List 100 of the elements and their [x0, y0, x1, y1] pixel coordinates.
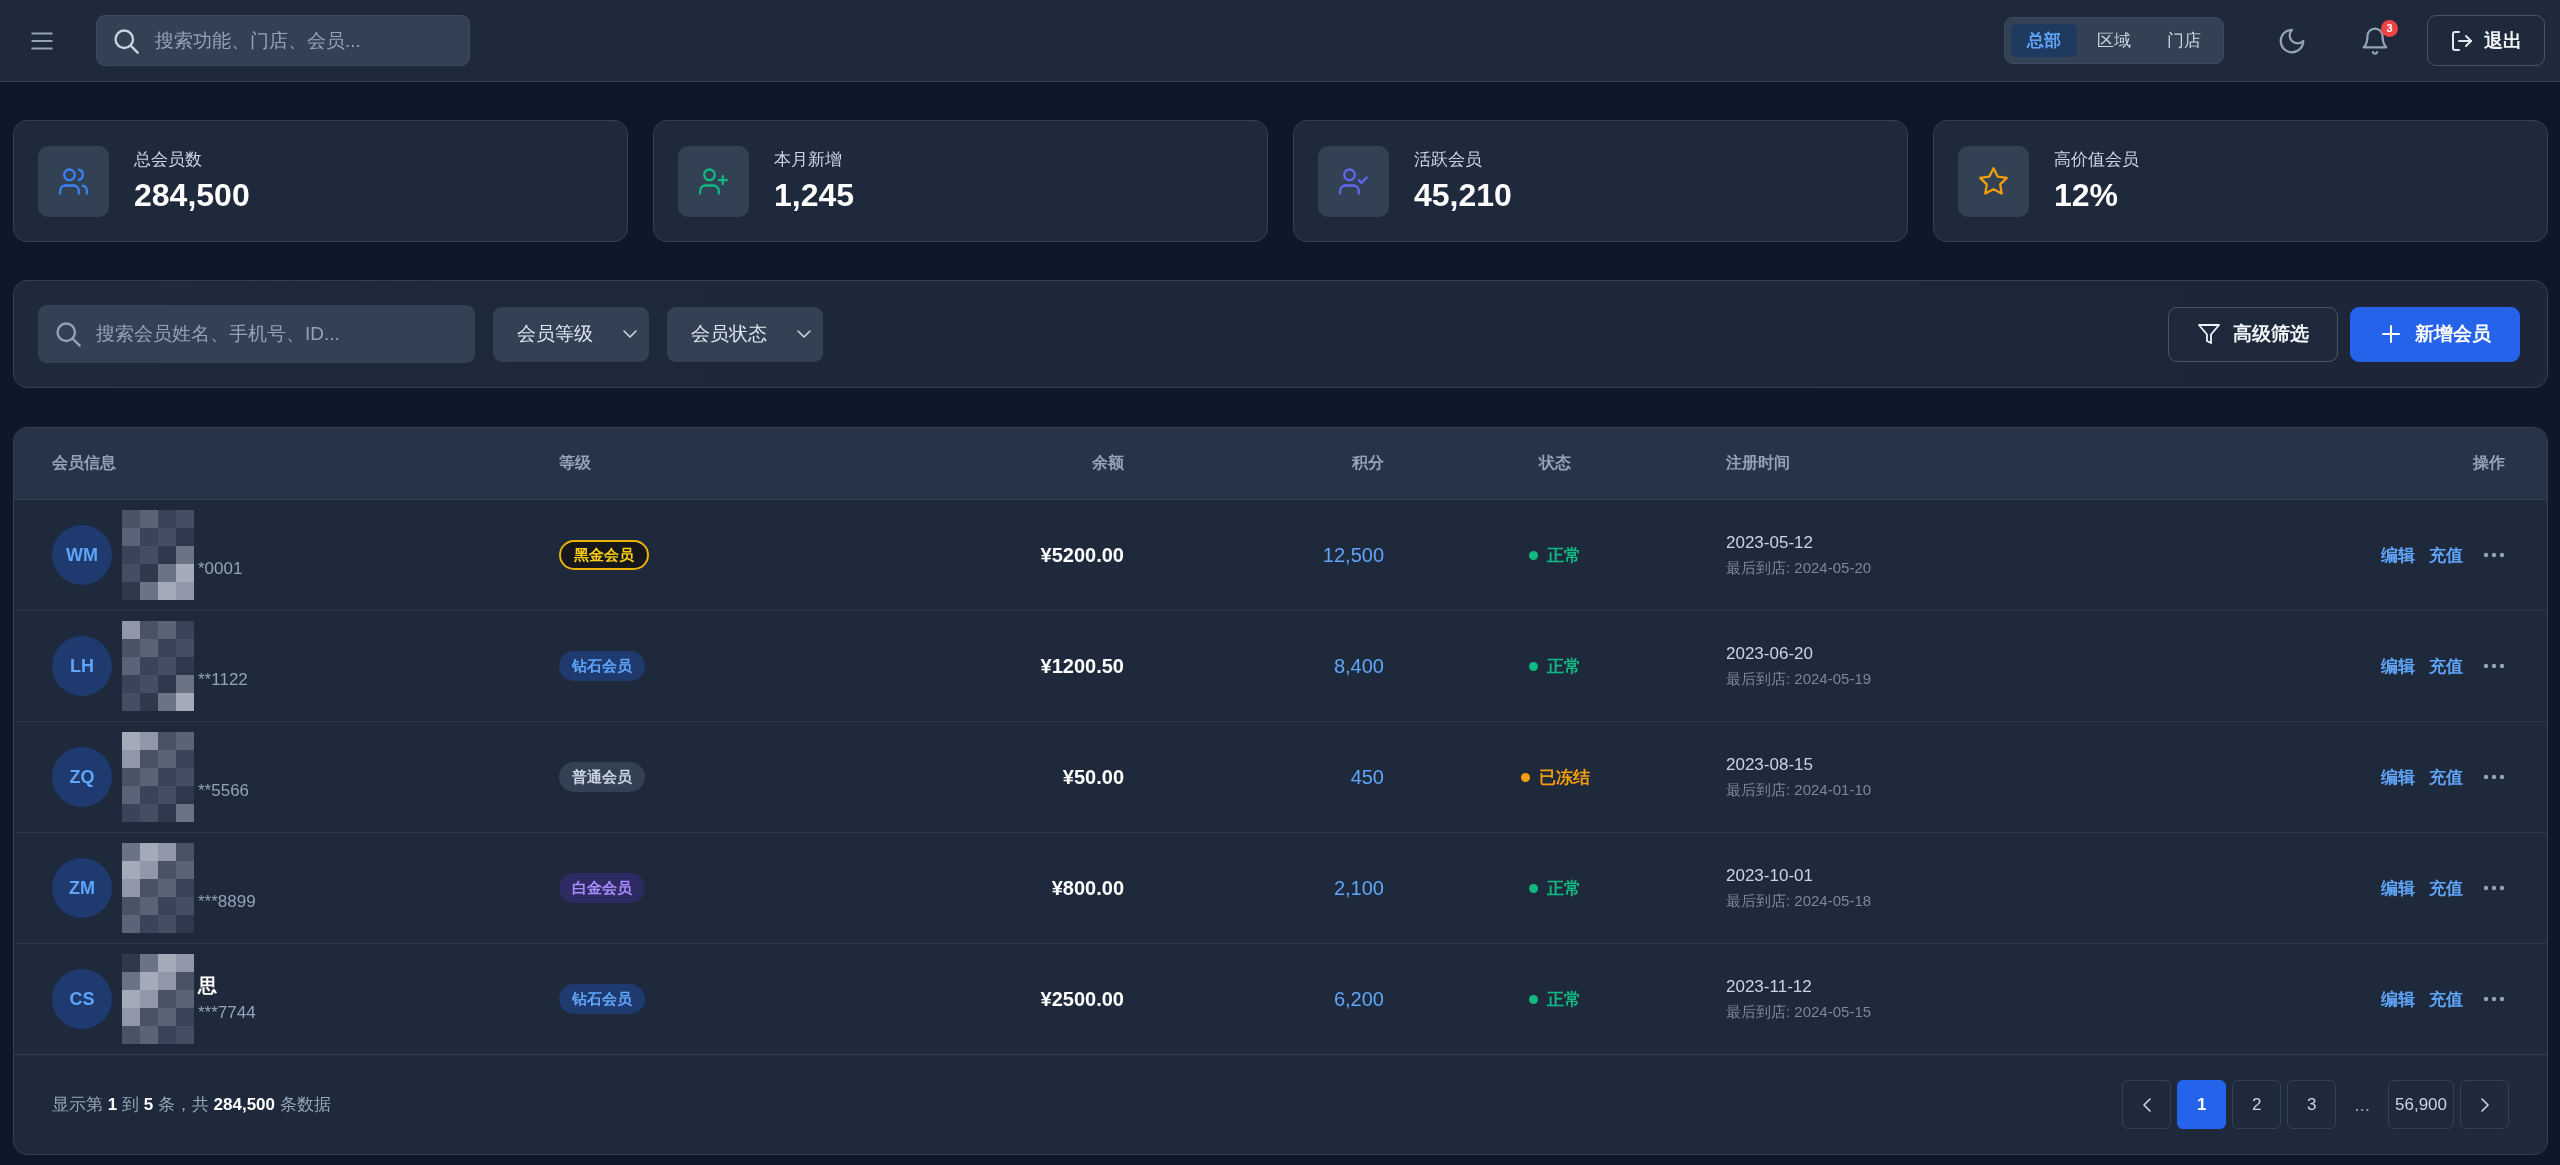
avatar: LH	[52, 636, 112, 696]
points-value: 8,400	[1333, 654, 1384, 678]
last-visit-date: 最后到店: 2024-05-18	[1726, 891, 1872, 911]
filter-dropdown[interactable]: 会员等级	[493, 306, 649, 362]
column-header: 会员信息	[52, 453, 116, 473]
logout-button[interactable]: 退出	[2427, 15, 2545, 66]
member-phone: **1122	[198, 670, 248, 690]
member-search-field[interactable]: 搜索会员姓名、手机号、ID...	[38, 305, 475, 363]
stat-value: 284,500	[134, 177, 250, 214]
status-text: 正常	[1547, 988, 1581, 1011]
edit-link[interactable]: 编辑	[2381, 543, 2415, 567]
member-name: 思	[198, 975, 218, 997]
pagination-summary: 显示第 1 到 5 条，共 284,500 条数据	[52, 1094, 331, 1116]
recharge-link[interactable]: 充值	[2429, 987, 2463, 1011]
more-icon[interactable]	[2483, 774, 2505, 780]
recharge-link[interactable]: 充值	[2429, 654, 2463, 678]
avatar: ZM	[52, 858, 112, 918]
stat-label: 高价值会员	[2054, 149, 2139, 171]
edit-link[interactable]: 编辑	[2381, 654, 2415, 678]
member-phone: *0001	[198, 559, 243, 579]
balance-amount: ¥5200.00	[1040, 543, 1124, 567]
points-value: 450	[1350, 765, 1384, 789]
points-value: 2,100	[1333, 876, 1384, 900]
notification-badge: 3	[2381, 19, 2398, 37]
user-check-icon	[1318, 145, 1389, 217]
filter-dropdown[interactable]: 会员状态	[667, 306, 823, 362]
user-plus-icon	[678, 145, 749, 217]
column-header: 积分	[1352, 453, 1384, 473]
chevron-right-icon	[2480, 1097, 2489, 1112]
scope-tab[interactable]: 总部	[2011, 24, 2077, 57]
member-phone: **5566	[198, 781, 250, 801]
balance-amount: ¥1200.50	[1040, 654, 1124, 678]
last-visit-date: 最后到店: 2024-05-15	[1726, 1002, 1872, 1022]
users-icon	[38, 145, 109, 217]
tier-tag: 钻石会员	[559, 984, 645, 1014]
column-header: 操作	[2473, 453, 2505, 473]
avatar: WM	[52, 525, 112, 585]
column-header: 等级	[559, 453, 591, 473]
tier-tag: 普通会员	[559, 762, 645, 792]
balance-amount: ¥800.00	[1051, 876, 1124, 900]
avatar: ZQ	[52, 747, 112, 807]
edit-link[interactable]: 编辑	[2381, 987, 2415, 1011]
member-phone: ***8899	[198, 892, 256, 912]
chevron-left-icon	[2142, 1097, 2151, 1112]
stat-label: 本月新增	[774, 149, 843, 171]
stat-label: 总会员数	[134, 149, 203, 171]
points-value: 12,500	[1322, 543, 1384, 567]
last-visit-date: 最后到店: 2024-05-19	[1726, 669, 1872, 689]
register-date: 2023-05-12	[1726, 532, 1813, 553]
advanced-filter-button[interactable]: 高级筛选	[2168, 306, 2338, 362]
balance-amount: ¥2500.00	[1040, 987, 1124, 1011]
register-date: 2023-06-20	[1726, 643, 1813, 664]
status-text: 正常	[1547, 655, 1581, 678]
last-visit-date: 最后到店: 2024-05-20	[1726, 558, 1872, 578]
register-date: 2023-10-01	[1726, 865, 1813, 886]
more-icon[interactable]	[2483, 885, 2505, 891]
stat-value: 12%	[2054, 177, 2120, 214]
recharge-link[interactable]: 充值	[2429, 543, 2463, 567]
more-icon[interactable]	[2483, 663, 2505, 669]
edit-link[interactable]: 编辑	[2381, 876, 2415, 900]
search-icon	[54, 320, 82, 348]
column-header: 余额	[1092, 453, 1124, 473]
status-text: 已冻结	[1538, 766, 1590, 789]
edit-link[interactable]: 编辑	[2381, 765, 2415, 789]
column-header: 注册时间	[1726, 453, 1790, 473]
register-date: 2023-11-12	[1726, 976, 1812, 997]
logout-icon	[2450, 28, 2474, 53]
avatar: CS	[52, 969, 112, 1029]
register-date: 2023-08-15	[1726, 754, 1813, 775]
tier-tag: 钻石会员	[559, 651, 645, 681]
stat-label: 活跃会员	[1414, 149, 1483, 171]
more-icon[interactable]	[2483, 552, 2505, 558]
recharge-link[interactable]: 充值	[2429, 876, 2463, 900]
page-button[interactable]: 1	[2177, 1080, 2227, 1129]
search-icon	[112, 26, 140, 55]
plus-icon	[2379, 322, 2403, 346]
tier-tag: 黑金会员	[559, 540, 649, 570]
page-button[interactable]: 2	[2232, 1080, 2282, 1129]
stat-value: 1,245	[774, 177, 855, 214]
stat-value: 45,210	[1414, 177, 1512, 214]
recharge-link[interactable]: 充值	[2429, 765, 2463, 789]
last-visit-date: 最后到店: 2024-01-10	[1726, 780, 1872, 800]
tier-tag: 白金会员	[559, 873, 645, 903]
funnel-icon	[2197, 322, 2221, 346]
page-button[interactable]: 56,900	[2388, 1080, 2454, 1129]
scope-tab[interactable]: 区域	[2081, 24, 2147, 57]
page-ellipsis: ...	[2353, 1093, 2371, 1116]
points-value: 6,200	[1333, 987, 1384, 1011]
chevron-down-icon	[797, 330, 811, 338]
column-header: 状态	[1539, 453, 1571, 473]
scope-tab[interactable]: 门店	[2151, 24, 2217, 57]
member-phone: ***7744	[198, 1003, 256, 1023]
more-icon[interactable]	[2483, 996, 2505, 1002]
search-field[interactable]: 搜索功能、门店、会员...	[96, 15, 470, 66]
chevron-down-icon	[623, 330, 637, 338]
status-text: 正常	[1547, 877, 1581, 900]
balance-amount: ¥50.00	[1062, 765, 1124, 789]
status-text: 正常	[1547, 544, 1581, 567]
add-member-button[interactable]: 新增会员	[2350, 306, 2520, 362]
page-button[interactable]: 3	[2287, 1080, 2337, 1129]
